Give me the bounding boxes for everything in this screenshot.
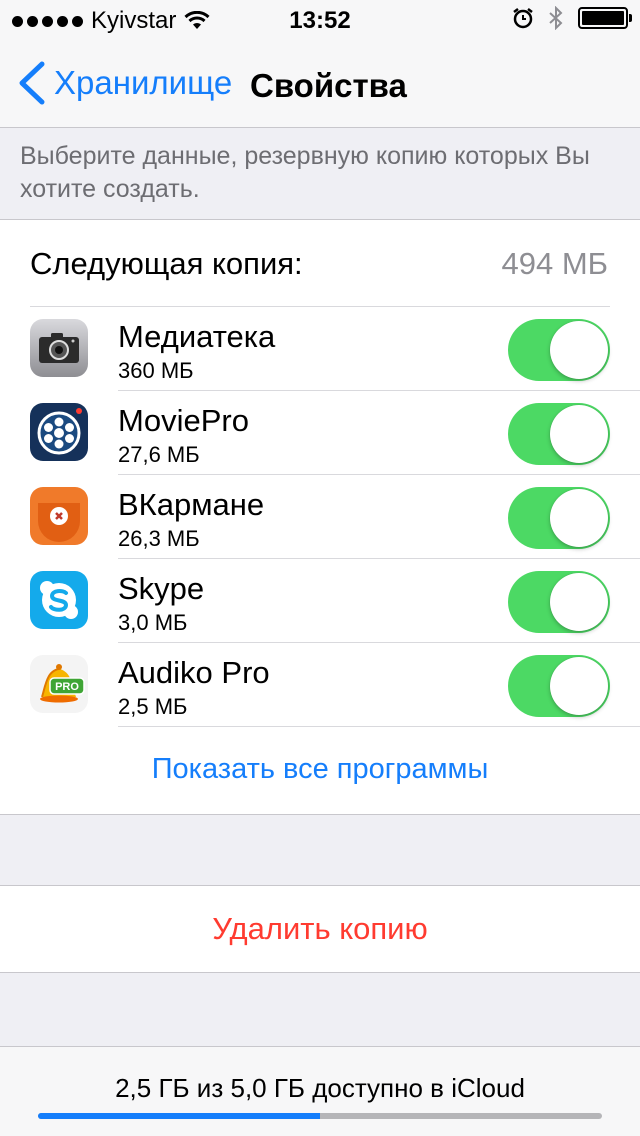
- app-size: 26,3 МБ: [118, 526, 200, 551]
- storage-progress-track: [38, 1113, 602, 1119]
- backup-apps-group: Следующая копия: 494 МБ Медиатека 360 МБ: [0, 219, 640, 815]
- backup-toggle-skype[interactable]: [508, 571, 610, 633]
- camera-icon: [30, 319, 88, 377]
- backup-toggle-moviepro[interactable]: [508, 403, 610, 465]
- bluetooth-icon: [549, 6, 563, 30]
- app-size: 27,6 МБ: [118, 442, 200, 467]
- app-size: 3,0 МБ: [118, 610, 188, 635]
- storage-progress-fill: [38, 1113, 320, 1119]
- status-bar: Kyivstar 13:52: [0, 0, 640, 40]
- next-backup-label: Следующая копия:: [30, 246, 303, 281]
- section-description: Выберите данные, резервную копию которых…: [20, 142, 590, 203]
- app-row-audiko-pro: PRO Audiko Pro 2,5 МБ: [0, 643, 640, 727]
- show-all-apps-button[interactable]: Показать все программы: [0, 753, 640, 786]
- app-row-skype: Skype 3,0 МБ: [0, 559, 640, 643]
- navigation-bar: Хранилище Свойства: [0, 40, 640, 128]
- film-reel-icon: [30, 403, 88, 461]
- icloud-storage-bar: 2,5 ГБ из 5,0 ГБ доступно в iCloud: [0, 1046, 640, 1136]
- app-name: Audiko Pro: [118, 655, 270, 690]
- battery-icon: [578, 7, 632, 29]
- backup-toggle-audiko-pro[interactable]: [508, 655, 610, 717]
- back-button-label: Хранилище: [54, 64, 233, 101]
- app-size: 2,5 МБ: [118, 694, 188, 719]
- next-backup-size: 494 МБ: [501, 246, 608, 281]
- status-right: [512, 6, 632, 30]
- backup-toggle-vkarmane[interactable]: [508, 487, 610, 549]
- app-name: Медиатека: [118, 319, 276, 354]
- app-row-vkarmane: ВКармане 26,3 МБ: [0, 475, 640, 559]
- chevron-left-icon: [19, 61, 45, 105]
- storage-available-text: 2,5 ГБ из 5,0 ГБ доступно в iCloud: [115, 1073, 525, 1103]
- app-row-media-library: Медиатека 360 МБ: [0, 307, 640, 391]
- skype-icon: [30, 571, 88, 629]
- app-name: MoviePro: [118, 403, 249, 438]
- delete-backup-group: Удалить копию: [0, 885, 640, 973]
- app-name: Skype: [118, 571, 205, 606]
- alarm-icon: [513, 8, 533, 29]
- next-backup-row: Следующая копия: 494 МБ: [30, 220, 610, 307]
- delete-backup-button[interactable]: Удалить копию: [0, 911, 640, 947]
- back-button[interactable]: Хранилище: [14, 60, 232, 106]
- app-size: 360 МБ: [118, 358, 194, 383]
- bell-pro-icon: PRO: [30, 655, 88, 713]
- svg-text:PRO: PRO: [55, 681, 79, 693]
- backup-toggle-media-library[interactable]: [508, 319, 610, 381]
- pocket-icon: [30, 487, 88, 545]
- page-title: Свойства: [250, 67, 407, 104]
- app-row-moviepro: MoviePro 27,6 МБ: [0, 391, 640, 475]
- app-name: ВКармане: [118, 487, 265, 522]
